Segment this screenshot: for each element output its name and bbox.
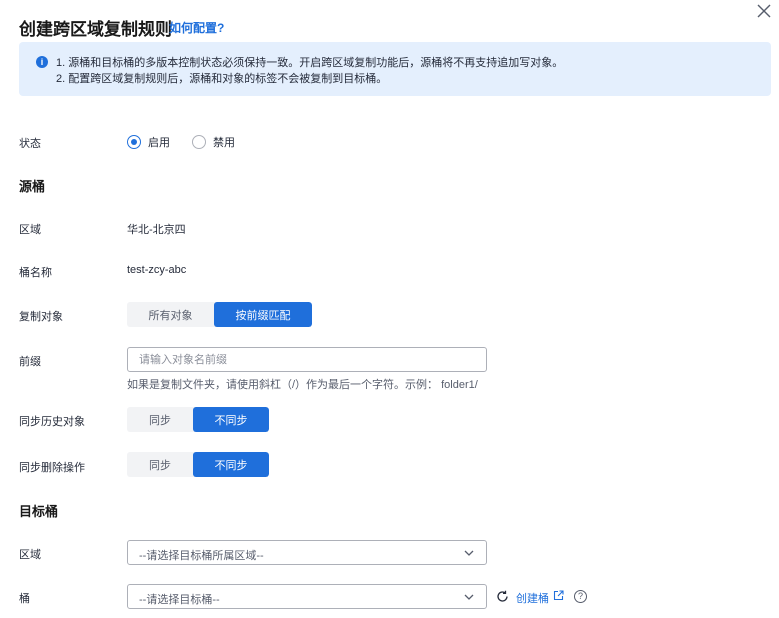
status-enabled-label: 启用 [148,137,170,149]
notice-line-1: 1. 源桶和目标桶的多版本控制状态必须保持一致。开启跨区域复制功能后，源桶将不再… [56,57,564,69]
status-enabled-radio[interactable]: 启用 [127,134,170,150]
target-bucket-label: 桶 [19,593,30,605]
target-region-placeholder: --请选择目标桶所属区域-- [139,550,264,562]
external-link-icon[interactable] [553,590,564,601]
sync-delete-sync-option[interactable]: 同步 [127,452,193,477]
status-disabled-label: 禁用 [213,137,235,149]
sync-history-nosync-option[interactable]: 不同步 [193,407,269,432]
radio-unchecked-icon [192,135,206,149]
target-region-label: 区域 [19,549,41,561]
info-icon: i [36,56,48,68]
target-bucket-placeholder: --请选择目标桶-- [139,594,220,606]
bucket-name-label: 桶名称 [19,267,52,279]
source-region-label: 区域 [19,224,41,236]
chevron-down-icon [464,550,474,556]
dialog-title: 创建跨区域复制规则 [19,20,172,39]
status-label: 状态 [19,138,41,150]
sync-history-toggle: 同步 不同步 [127,407,269,432]
how-to-configure-link[interactable]: 如何配置? [169,19,224,36]
notice-line-2: 2. 配置跨区域复制规则后，源桶和对象的标签不会被复制到目标桶。 [56,73,388,85]
chevron-down-icon [464,594,474,600]
source-region-value: 华北-北京四 [127,224,186,236]
all-objects-option[interactable]: 所有对象 [127,302,214,327]
close-icon[interactable] [755,2,773,20]
sync-history-sync-option[interactable]: 同步 [127,407,193,432]
copy-object-toggle: 所有对象 按前缀匹配 [127,302,312,327]
prefix-hint: 如果是复制文件夹，请使用斜杠（/）作为最后一个字符。示例： folder1/ [127,379,478,391]
prefix-input[interactable] [127,347,487,372]
target-section-title: 目标桶 [19,504,59,519]
sync-delete-toggle: 同步 不同步 [127,452,269,477]
create-bucket-link[interactable]: 创建桶 [516,590,549,606]
sync-delete-label: 同步删除操作 [19,462,85,474]
source-section-title: 源桶 [19,179,46,194]
bucket-name-value: test-zcy-abc [127,264,187,276]
question-help-icon[interactable]: ? [574,590,587,603]
target-region-select[interactable]: --请选择目标桶所属区域-- [127,540,487,565]
copy-object-label: 复制对象 [19,311,63,323]
sync-history-label: 同步历史对象 [19,416,85,428]
sync-delete-nosync-option[interactable]: 不同步 [193,452,269,477]
info-notice: i 1. 源桶和目标桶的多版本控制状态必须保持一致。开启跨区域复制功能后，源桶将… [19,42,771,96]
status-disabled-radio[interactable]: 禁用 [192,134,235,150]
prefix-label: 前缀 [19,356,41,368]
target-bucket-select[interactable]: --请选择目标桶-- [127,584,487,609]
refresh-icon[interactable] [496,590,509,603]
radio-checked-icon [127,135,141,149]
prefix-match-option[interactable]: 按前缀匹配 [214,302,312,327]
